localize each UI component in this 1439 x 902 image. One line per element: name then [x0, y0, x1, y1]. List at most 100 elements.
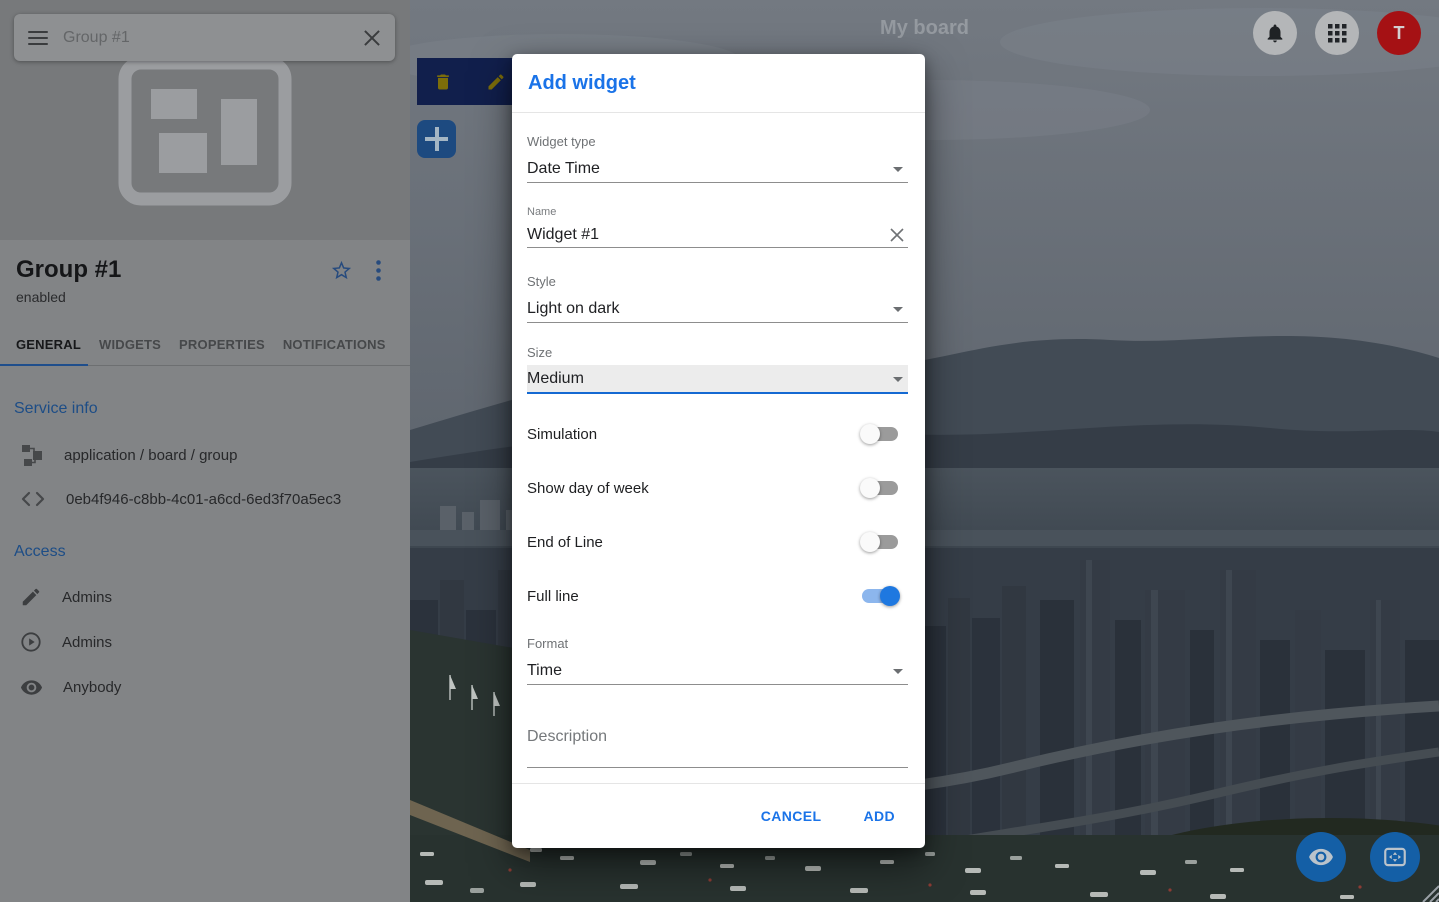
star-icon	[330, 259, 353, 282]
apps-grid-button[interactable]	[1315, 11, 1359, 55]
show-day-of-week-row: Show day of week	[527, 474, 908, 502]
access-heading: Access	[14, 543, 66, 561]
pencil-icon	[486, 72, 506, 92]
full-line-toggle[interactable]	[862, 589, 898, 603]
simulation-row: Simulation	[527, 420, 908, 448]
description-placeholder: Description	[527, 727, 908, 747]
size-field: Size Medium	[527, 345, 908, 394]
toggle-rows: Simulation Show day of week End of Line …	[527, 420, 908, 636]
service-type-text: application / board / group	[64, 447, 237, 464]
style-select[interactable]: Light on dark	[527, 296, 908, 323]
tab-notifications[interactable]: NOTIFICATIONS	[283, 337, 386, 352]
access-edit-text: Admins	[62, 589, 112, 606]
end-of-line-toggle[interactable]	[862, 535, 898, 549]
size-label: Size	[527, 345, 908, 361]
dialog-footer: CANCEL ADD	[512, 783, 925, 848]
widget-type-label: Widget type	[527, 134, 908, 150]
dialog-title: Add widget	[528, 72, 636, 95]
resize-handle[interactable]	[1417, 880, 1439, 902]
chevron-down-icon	[893, 307, 903, 312]
access-view-text: Anybody	[63, 679, 121, 696]
access-view-row: Anybody	[20, 676, 121, 699]
show-day-of-week-toggle[interactable]	[862, 481, 898, 495]
tab-properties[interactable]: PROPERTIES	[179, 337, 265, 352]
size-select[interactable]: Medium	[527, 365, 908, 394]
show-day-of-week-label: Show day of week	[527, 480, 649, 497]
delete-widget-button[interactable]	[433, 72, 453, 92]
app-root: My board T	[0, 0, 1439, 902]
search-input[interactable]: Group #1	[63, 29, 363, 47]
sidebar-tabs: GENERAL WIDGETS PROPERTIES NOTIFICATIONS	[0, 324, 410, 366]
name-input[interactable]: Widget #1	[527, 222, 908, 248]
format-label: Format	[527, 636, 908, 652]
style-value: Light on dark	[527, 300, 620, 318]
group-title: Group #1	[16, 256, 121, 284]
name-value: Widget #1	[527, 226, 599, 244]
widget-type-select[interactable]: Date Time	[527, 156, 908, 183]
name-label: Name	[527, 206, 908, 219]
service-id-text: 0eb4f946-c8bb-4c01-a6cd-6ed3f70a5ec3	[66, 491, 341, 508]
add-widget-fab[interactable]	[417, 120, 456, 158]
clear-icon[interactable]	[888, 226, 906, 244]
notifications-button[interactable]	[1253, 11, 1297, 55]
bell-icon	[1264, 22, 1286, 44]
apps-grid-icon	[1328, 24, 1347, 43]
tab-general[interactable]: GENERAL	[16, 337, 81, 352]
preview-board-fab[interactable]	[1296, 832, 1346, 882]
service-info-heading: Service info	[14, 400, 98, 418]
hierarchy-icon	[20, 443, 44, 467]
edit-widget-button[interactable]	[486, 72, 506, 92]
fit-screen-fab[interactable]	[1370, 832, 1420, 882]
format-select[interactable]: Time	[527, 658, 908, 685]
active-tab-indicator	[0, 364, 88, 366]
avatar-initial: T	[1394, 23, 1405, 44]
widget-type-value: Date Time	[527, 160, 600, 178]
trash-icon	[433, 72, 453, 92]
cancel-button[interactable]: CANCEL	[761, 808, 822, 824]
more-options-button[interactable]	[376, 260, 381, 286]
add-widget-dialog: Add widget Widget type Date Time Name Wi…	[512, 54, 925, 848]
access-run-row: Admins	[20, 631, 112, 653]
full-line-row: Full line	[527, 582, 908, 610]
board-placeholder-image	[118, 56, 292, 206]
description-underline	[527, 767, 908, 768]
service-id-row: 0eb4f946-c8bb-4c01-a6cd-6ed3f70a5ec3	[20, 488, 341, 510]
pencil-icon	[20, 586, 42, 608]
widget-type-field: Widget type Date Time	[527, 134, 908, 183]
chevron-down-icon	[893, 167, 903, 172]
size-value: Medium	[527, 370, 584, 388]
group-status: enabled	[16, 289, 66, 305]
kebab-icon	[376, 260, 381, 281]
add-button[interactable]: ADD	[863, 808, 895, 824]
format-field: Format Time	[527, 636, 908, 685]
end-of-line-label: End of Line	[527, 534, 603, 551]
access-edit-row: Admins	[20, 586, 112, 608]
eye-icon	[1308, 844, 1334, 870]
sidebar-search-bar: Group #1	[14, 14, 395, 61]
end-of-line-row: End of Line	[527, 528, 908, 556]
chevron-down-icon	[893, 377, 903, 382]
group-sidebar: Group #1 Group #1 enabled GENERAL WIDGET…	[0, 0, 410, 902]
name-field: Name Widget #1	[527, 206, 908, 248]
widget-edit-toolbar	[417, 58, 522, 105]
dialog-header: Add widget	[512, 54, 925, 113]
close-icon[interactable]	[363, 29, 381, 47]
access-run-text: Admins	[62, 634, 112, 651]
style-field: Style Light on dark	[527, 274, 908, 323]
overscan-icon	[1382, 844, 1408, 870]
format-value: Time	[527, 662, 562, 680]
menu-icon[interactable]	[28, 31, 48, 45]
simulation-toggle[interactable]	[862, 427, 898, 441]
play-circle-icon	[20, 631, 42, 653]
service-type-row: application / board / group	[20, 443, 237, 467]
chevron-down-icon	[893, 669, 903, 674]
full-line-label: Full line	[527, 588, 579, 605]
code-icon	[20, 488, 46, 510]
style-label: Style	[527, 274, 908, 290]
description-field[interactable]: Description	[527, 727, 908, 768]
tab-widgets[interactable]: WIDGETS	[99, 337, 161, 352]
user-avatar[interactable]: T	[1377, 11, 1421, 55]
simulation-label: Simulation	[527, 426, 597, 443]
favorite-star-button[interactable]	[330, 259, 353, 287]
eye-icon	[20, 676, 43, 699]
